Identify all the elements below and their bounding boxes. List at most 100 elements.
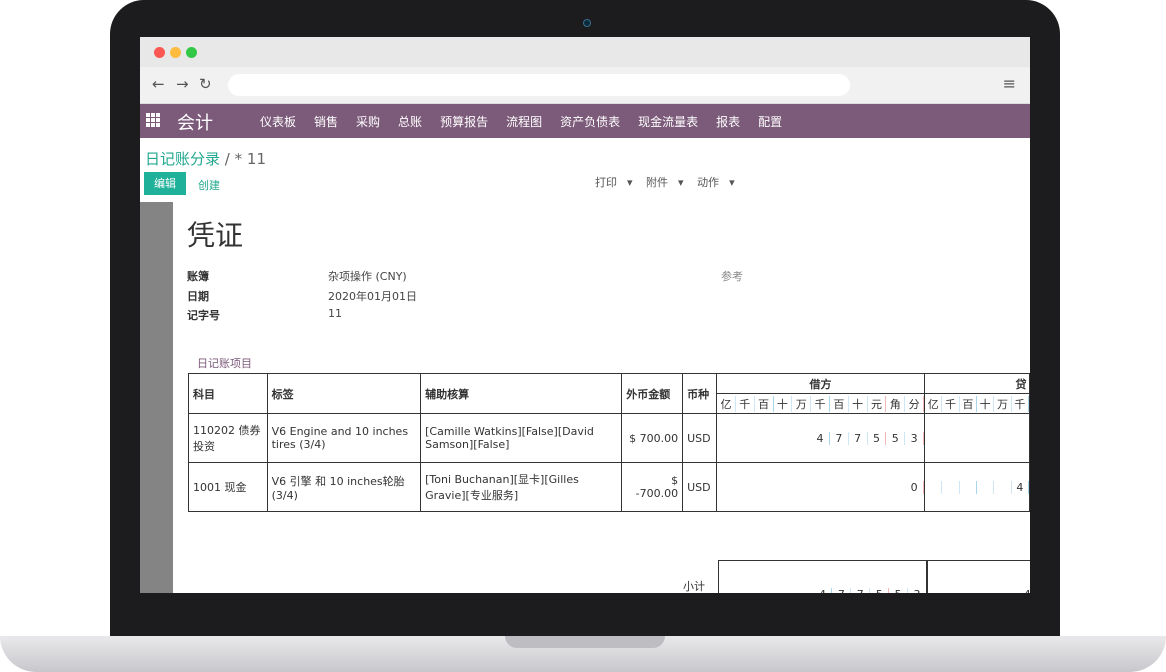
digit-header: 千 bbox=[942, 395, 960, 412]
row-debit-cells: 477553 bbox=[716, 413, 926, 463]
back-arrow-icon[interactable]: ← bbox=[152, 75, 165, 93]
menu-item-config[interactable]: 配置 bbox=[758, 113, 782, 130]
subtotal-digit: 4 bbox=[814, 588, 833, 593]
row-debit-cells: 0 bbox=[716, 462, 926, 512]
form-sheet: 凭证 账簿 杂项操作 (CNY) 日期 2020年01月01日 记字号 11 参… bbox=[173, 202, 1030, 593]
row-currency: USD bbox=[682, 462, 718, 512]
subtotal-credit-box: 4 bbox=[926, 560, 1030, 593]
maximize-dot-icon[interactable] bbox=[186, 47, 197, 58]
debit-digit: 7 bbox=[849, 431, 868, 445]
table-header-row: 科目 标签 辅助核算 外币金额 币种 借方 贷 bbox=[188, 373, 1030, 414]
digit-header: 元 bbox=[868, 395, 887, 412]
subtotal-label: 小计 bbox=[683, 580, 705, 593]
app-topbar: 会计 仪表板 销售 采购 总账 预算报告 流程图 资产负债表 现金流量表 报表 … bbox=[140, 104, 1030, 138]
credit-digit bbox=[925, 480, 943, 494]
sheet-background bbox=[140, 202, 173, 593]
menu-item-sales[interactable]: 销售 bbox=[314, 113, 338, 130]
number-label: 记字号 bbox=[187, 309, 220, 322]
header-label: 标签 bbox=[266, 373, 422, 414]
number-value: 11 bbox=[328, 307, 342, 320]
digit-header: 分 bbox=[905, 395, 925, 412]
browser-titlebar bbox=[140, 37, 1030, 67]
row-analytic: [Camille Watkins][False][David Samson][F… bbox=[420, 413, 623, 463]
address-bar[interactable] bbox=[228, 74, 850, 96]
digit-header: 十 bbox=[977, 395, 995, 412]
create-button[interactable]: 创建 bbox=[198, 177, 220, 193]
reload-icon[interactable]: ↻ bbox=[199, 75, 212, 93]
debit-digit: 0 bbox=[905, 480, 925, 494]
journal-value: 杂项操作 (CNY) bbox=[328, 270, 407, 283]
menu-item-flowchart[interactable]: 流程图 bbox=[506, 113, 542, 130]
credit-digit-group: 亿千百十万千 bbox=[925, 395, 1029, 412]
tab-journal-items[interactable]: 日记账项目 bbox=[197, 355, 252, 371]
credit-digits: 4 bbox=[925, 480, 1029, 494]
menu-item-purchase[interactable]: 采购 bbox=[356, 113, 380, 130]
credit-digit: 4 bbox=[1012, 480, 1029, 494]
subtotal-debit-box: 477553 bbox=[718, 560, 928, 593]
menu-item-cashflow[interactable]: 现金流量表 bbox=[638, 113, 698, 130]
header-account: 科目 bbox=[188, 373, 268, 414]
control-panel: 日记账分录 / * 11 编辑 创建 打印 ▾ 附件 ▾ 动作 ▾ bbox=[140, 138, 1030, 203]
digit-header: 万 bbox=[792, 395, 812, 412]
row-account: 1001 现金 bbox=[188, 462, 268, 512]
menu-item-reports[interactable]: 报表 bbox=[716, 113, 740, 130]
debit-digit: 5 bbox=[886, 431, 906, 445]
debit-digits: 0 bbox=[717, 463, 925, 511]
subtotal-digit: 7 bbox=[851, 588, 871, 593]
minimize-dot-icon[interactable] bbox=[170, 47, 181, 58]
header-analytic: 辅助核算 bbox=[420, 373, 623, 414]
print-dropdown[interactable]: 打印 ▾ bbox=[595, 176, 633, 189]
table-row[interactable]: 1001 现金 V6 引擎 和 10 inches轮胎 (3/4) [Toni … bbox=[188, 462, 1030, 512]
credit-digit-headers: 亿千百十万千 bbox=[924, 393, 1030, 414]
debit-digits: 477553 bbox=[717, 414, 925, 462]
menu-item-budget[interactable]: 预算报告 bbox=[440, 113, 488, 130]
breadcrumb-separator: / bbox=[224, 150, 230, 168]
header-credit-text: 贷 bbox=[1015, 377, 1027, 391]
reference-label: 参考 bbox=[721, 270, 743, 283]
close-dot-icon[interactable] bbox=[154, 47, 165, 58]
subtotal-debit-digits: 477553 bbox=[719, 561, 927, 593]
table-row[interactable]: 110202 债券投资 V6 Engine and 10 inches tire… bbox=[188, 413, 1030, 463]
main-menu: 仪表板 销售 采购 总账 预算报告 流程图 资产负债表 现金流量表 报表 配置 bbox=[260, 113, 800, 130]
print-label: 打印 bbox=[595, 176, 617, 189]
digit-header: 百 bbox=[960, 395, 978, 412]
subtotal-digit: 3 bbox=[908, 588, 927, 593]
subtotal-digit: 7 bbox=[832, 588, 852, 593]
hamburger-menu-icon[interactable]: ≡ bbox=[1003, 74, 1016, 93]
digit-header: 十 bbox=[774, 395, 793, 412]
debit-digit-group: 亿千百十万千百十元角分 bbox=[717, 395, 925, 412]
credit-digit bbox=[960, 480, 978, 494]
subtotal-digit: 5 bbox=[889, 588, 909, 593]
digit-header: 百 bbox=[755, 395, 774, 412]
apps-grid-icon[interactable] bbox=[146, 113, 160, 127]
forward-arrow-icon[interactable]: → bbox=[176, 75, 189, 93]
attach-label: 附件 bbox=[646, 176, 669, 189]
edit-button[interactable]: 编辑 bbox=[144, 172, 186, 195]
digit-header: 十 bbox=[849, 395, 868, 412]
menu-item-ledger[interactable]: 总账 bbox=[398, 113, 422, 130]
row-analytic: [Toni Buchanan][显卡][Gilles Gravie][专业服务] bbox=[420, 462, 623, 512]
row-fc-amount: $ 700.00 bbox=[621, 413, 684, 463]
app-name: 会计 bbox=[177, 113, 213, 134]
journal-lines-table: 科目 标签 辅助核算 外币金额 币种 借方 贷 亿千百十万千百十元角分 亿千百十… bbox=[188, 373, 1030, 512]
action-dropdown[interactable]: 动作 ▾ bbox=[697, 176, 735, 189]
digit-header: 千 bbox=[736, 395, 755, 412]
header-credit: 贷 bbox=[924, 373, 1030, 394]
journal-label: 账簿 bbox=[187, 270, 209, 283]
attach-dropdown[interactable]: 附件 ▾ bbox=[646, 176, 684, 189]
subtotal-credit-digits: 4 bbox=[927, 561, 1030, 593]
credit-digit bbox=[942, 480, 960, 494]
date-label: 日期 bbox=[187, 290, 209, 303]
menu-item-dashboard[interactable]: 仪表板 bbox=[260, 113, 296, 130]
breadcrumb-parent[interactable]: 日记账分录 bbox=[145, 150, 220, 168]
credit-digit bbox=[977, 480, 995, 494]
menu-item-balance-sheet[interactable]: 资产负债表 bbox=[560, 113, 620, 130]
digit-header: 亿 bbox=[717, 395, 736, 412]
debit-digit: 7 bbox=[830, 431, 849, 445]
digit-header: 角 bbox=[886, 395, 906, 412]
digit-header: 千 bbox=[811, 395, 830, 412]
row-fc-amount: $ -700.00 bbox=[621, 462, 684, 512]
debit-digit: 4 bbox=[811, 431, 830, 445]
debit-digit: 3 bbox=[905, 431, 925, 445]
header-currency: 币种 bbox=[682, 373, 718, 414]
